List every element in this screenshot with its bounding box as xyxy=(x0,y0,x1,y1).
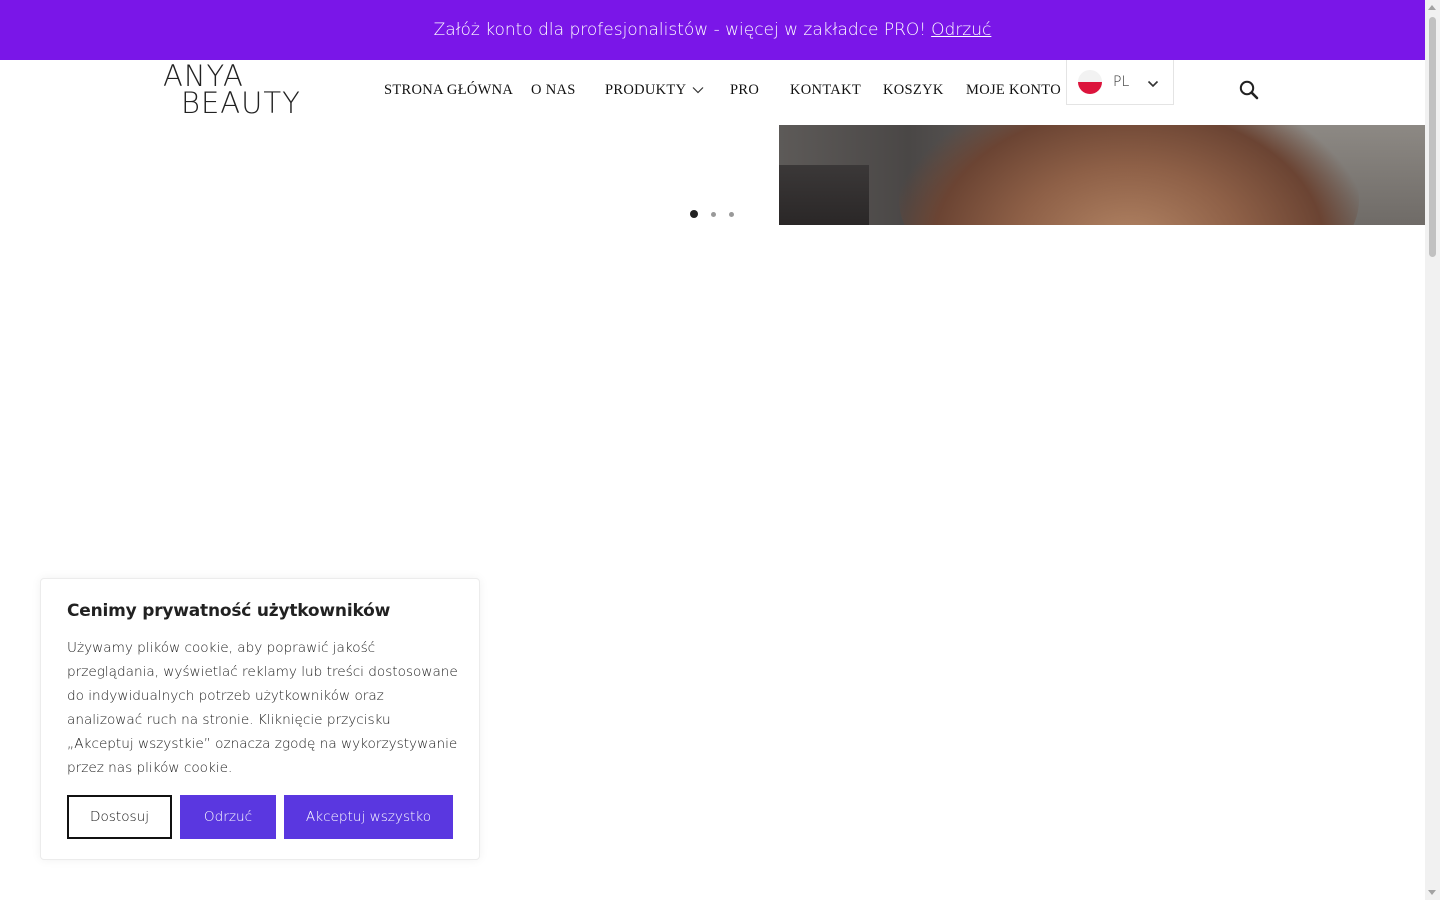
hero-slide-image xyxy=(779,125,1425,225)
chevron-down-icon xyxy=(1147,75,1159,93)
cookie-consent-panel: Cenimy prywatność użytkowników Używamy p… xyxy=(40,578,480,860)
nav-item-my-account[interactable]: MOJE KONTO xyxy=(966,82,1061,99)
accept-all-button[interactable]: Akceptuj wszystko xyxy=(284,795,453,839)
reject-button[interactable]: Odrzuć xyxy=(180,795,276,839)
slider-pagination xyxy=(690,210,734,218)
site-logo[interactable]: ANYA BEAUTY xyxy=(163,62,301,122)
hero-image-background xyxy=(779,165,869,225)
slider-dot-3[interactable] xyxy=(729,211,734,217)
nav-item-cart[interactable]: KOSZYK xyxy=(883,82,944,99)
scroll-up-arrow-icon[interactable] xyxy=(1428,5,1436,10)
slider-dot-2[interactable] xyxy=(711,211,716,217)
language-selector[interactable]: PL xyxy=(1066,60,1174,105)
nav-item-pro[interactable]: PRO xyxy=(730,82,759,99)
nav-item-products[interactable]: PRODUKTY xyxy=(605,82,704,99)
cookie-description: Używamy plików cookie, aby poprawić jako… xyxy=(67,640,458,776)
cookie-buttons: Dostosuj Odrzuć Akceptuj wszystko xyxy=(67,795,453,839)
slider-dot-1[interactable] xyxy=(690,210,698,218)
language-code: PL xyxy=(1113,74,1130,90)
poland-flag-icon xyxy=(1078,70,1102,94)
cookie-title: Cenimy prywatność użytkowników xyxy=(67,601,391,621)
nav-item-contact[interactable]: KONTAKT xyxy=(790,82,861,99)
scrollbar-thumb[interactable] xyxy=(1429,17,1436,257)
customize-button[interactable]: Dostosuj xyxy=(67,795,172,839)
hero-image-hair xyxy=(899,125,1359,225)
logo-line-2: BEAUTY xyxy=(181,86,301,120)
scroll-down-arrow-icon[interactable] xyxy=(1428,890,1436,895)
vertical-scrollbar[interactable] xyxy=(1425,0,1440,900)
nav-item-home[interactable]: STRONA GŁÓWNA xyxy=(384,82,513,99)
promo-dismiss-link[interactable]: Odrzuć xyxy=(931,20,991,40)
search-icon[interactable] xyxy=(1238,79,1260,106)
promo-banner: Załóż konto dla profesjonalistów - więce… xyxy=(0,0,1425,60)
nav-item-about[interactable]: O NAS xyxy=(531,82,576,99)
chevron-down-icon xyxy=(692,82,704,99)
promo-text: Załóż konto dla profesjonalistów - więce… xyxy=(433,20,927,40)
nav-item-products-label: PRODUKTY xyxy=(605,82,687,98)
